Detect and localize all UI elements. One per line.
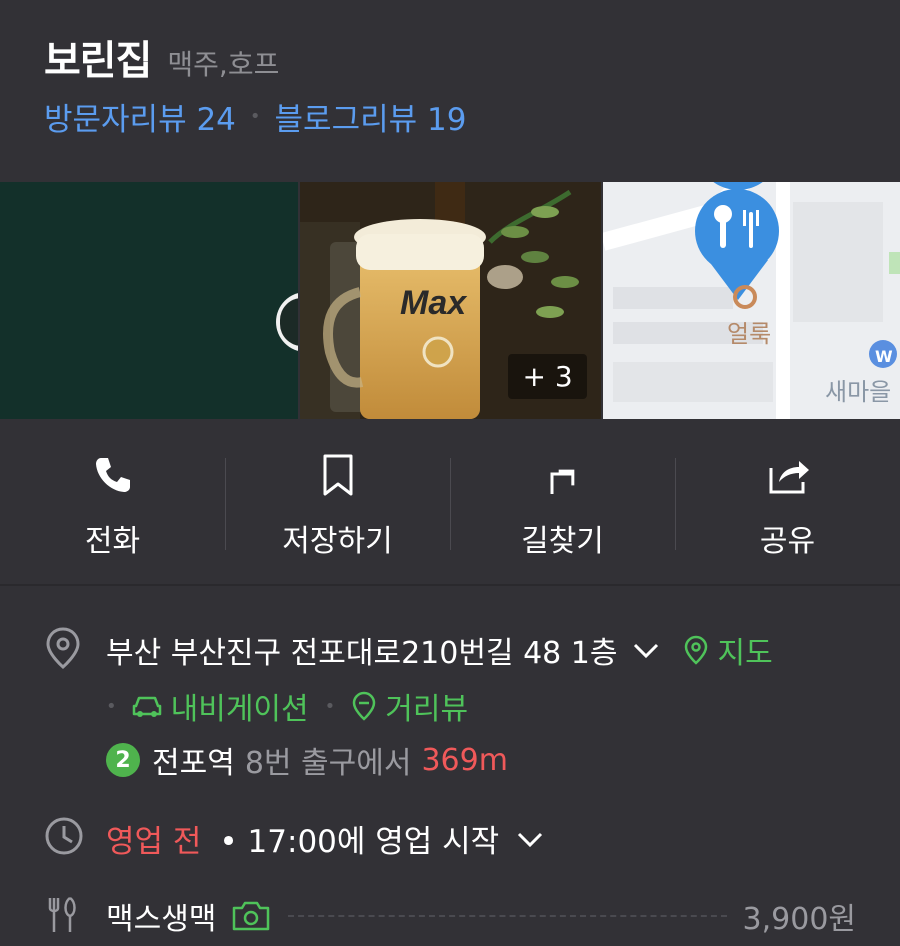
navigation-label: 내비게이션 — [170, 692, 309, 727]
clock-icon — [45, 817, 83, 855]
bookmark-icon — [323, 454, 352, 496]
place-category: 맥주,호프 — [167, 48, 280, 81]
directions-label: 길찾기 — [521, 524, 604, 559]
share-button[interactable]: 공유 — [675, 420, 900, 584]
place-header: 보린집 맥주,호프 방문자리뷰 24 • 블로그리뷰 19 — [44, 28, 880, 139]
photo-thumbnail-1[interactable] — [0, 182, 299, 419]
chevron-down-icon[interactable] — [631, 638, 661, 662]
chevron-down-icon[interactable] — [515, 827, 545, 851]
action-bar: 전화 저장하기 길찾기 공유 — [0, 420, 900, 586]
menu-item-name: 맥스생맥 — [106, 902, 217, 937]
photo-decoration — [276, 292, 299, 352]
save-button[interactable]: 저장하기 — [225, 420, 450, 584]
menu-item-price: 3,900원 — [742, 902, 856, 937]
directions-icon — [550, 469, 574, 494]
street-view-icon — [352, 691, 376, 721]
map-preview: W 얼룩 새마을 — [602, 182, 900, 419]
car-icon — [132, 696, 161, 717]
business-hours-detail: • 17:00에 영업 시작 — [219, 824, 500, 860]
address-text: 부산 부산진구 전포대로210번길 48 1층 — [106, 636, 618, 671]
subway-line-badge: 2 — [106, 743, 140, 777]
street-view-label: 거리뷰 — [385, 692, 469, 727]
subway-row: 2 전포역 8번 출구에서 369m — [106, 738, 508, 782]
business-status: 영업 전 — [106, 824, 202, 860]
visitor-review-link[interactable]: 방문자리뷰 24 — [44, 94, 236, 139]
map-pin-icon — [685, 635, 708, 665]
address-row: 부산 부산진구 전포대로210번길 48 1층 지도 — [106, 628, 773, 672]
directions-button[interactable]: 길찾기 — [450, 420, 675, 584]
map-thumbnail[interactable]: W 얼룩 새마을 — [602, 182, 900, 419]
share-label: 공유 — [759, 524, 816, 559]
subway-distance: 369m — [421, 742, 508, 778]
photo-strip: Max + 3 W 얼룩 새마을 — [0, 182, 900, 419]
call-button[interactable]: 전화 — [0, 420, 225, 584]
menu-leader-line — [288, 915, 727, 917]
share-icon — [769, 461, 809, 494]
review-summary: 방문자리뷰 24 • 블로그리뷰 19 — [44, 94, 880, 139]
call-label: 전화 — [84, 524, 141, 559]
subway-station: 전포역 — [152, 746, 235, 781]
map-place-label: 얼룩 — [727, 320, 771, 348]
subway-exit: 8번 출구에서 — [244, 746, 412, 781]
svg-text:W: W — [875, 347, 893, 366]
street-view-link[interactable]: 거리뷰 — [351, 684, 468, 728]
save-label: 저장하기 — [282, 524, 393, 559]
place-name: 보린집 — [44, 38, 152, 84]
location-pin-icon — [46, 627, 80, 669]
separator-dot: • — [106, 695, 117, 717]
phone-icon — [95, 458, 130, 492]
camera-icon[interactable] — [230, 899, 272, 933]
hours-row: 영업 전 • 17:00에 영업 시작 — [106, 816, 545, 861]
photo-thumbnail-2[interactable]: Max + 3 — [300, 182, 601, 419]
map-link-label: 지도 — [717, 636, 773, 671]
svg-text:Max: Max — [400, 284, 468, 322]
separator-dot: • — [324, 695, 336, 717]
utensils-icon — [48, 896, 76, 932]
navigation-row: • 내비게이션 • 거리뷰 — [106, 684, 468, 728]
blog-review-link[interactable]: 블로그리뷰 19 — [275, 94, 467, 139]
more-photos-count[interactable]: + 3 — [508, 354, 587, 399]
separator-dot: • — [249, 106, 261, 127]
map-link[interactable]: 지도 — [683, 628, 773, 672]
navigation-link[interactable]: 내비게이션 — [131, 684, 309, 728]
map-area-label: 새마을 — [825, 378, 891, 406]
menu-row: 맥스생맥 3,900원 — [106, 894, 856, 938]
